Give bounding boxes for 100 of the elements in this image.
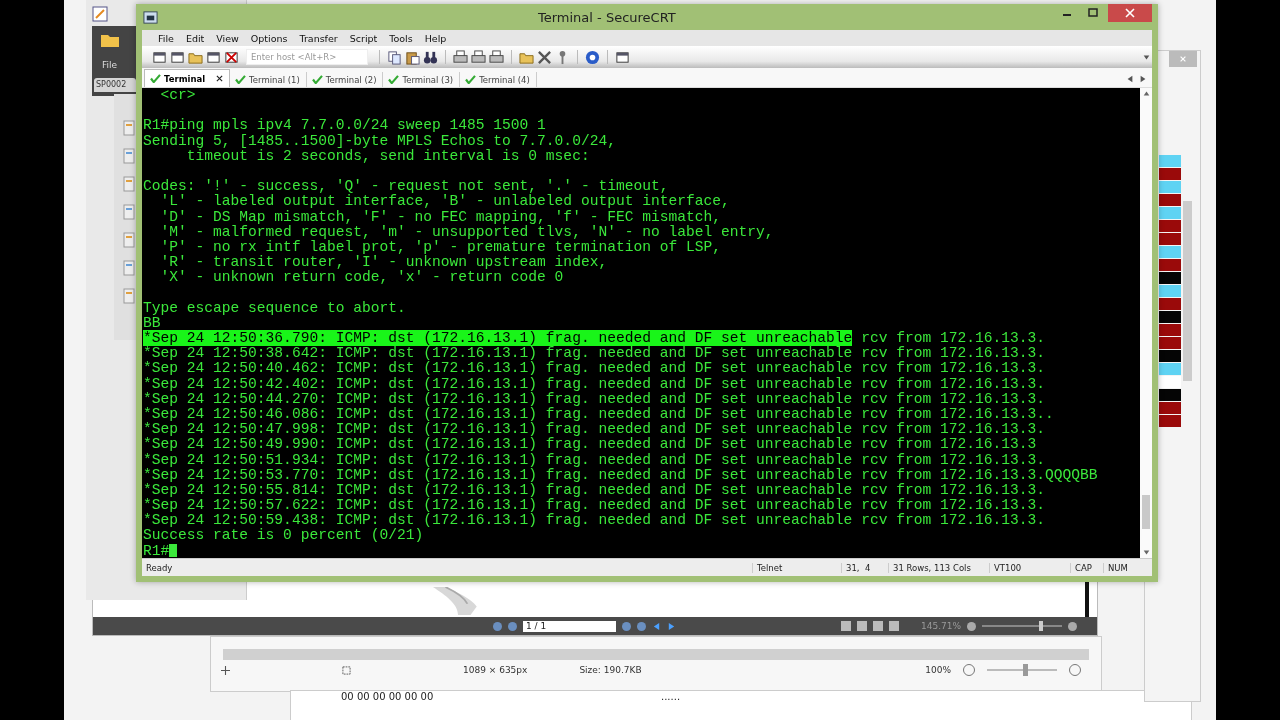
menu-item[interactable]: File <box>152 32 180 44</box>
check-icon <box>311 75 323 84</box>
menu-item[interactable]: Script <box>343 32 384 44</box>
menu-item[interactable]: Transfer <box>293 32 344 44</box>
terminal-line: *Sep 24 12:50:57.622: ICMP: dst (172.16.13.1) frag. needed and DF set unreachable rcv from 172.16.13.3. <box>143 498 1047 514</box>
zoom-out-icon[interactable] <box>967 621 976 631</box>
next-page-icon[interactable] <box>622 621 631 631</box>
terminal-line: 'X' - unknown return code, 'x' - return code 0 <box>159 270 565 286</box>
terminal-line: BB <box>143 315 161 331</box>
printer-icon[interactable] <box>489 49 504 65</box>
terminal-line: 'R' - transit router, 'I' - unknown upstream index, <box>159 255 609 271</box>
ascii-text: ...... <box>661 691 681 702</box>
first-page-icon[interactable] <box>493 621 502 631</box>
terminal-line: Sending 5, [1485..1500]-byte MPLS Echos to 7.7.0.0/24, <box>143 133 617 149</box>
check-icon <box>235 75 247 84</box>
window-icon[interactable] <box>206 49 221 65</box>
status-message: Ready <box>145 562 174 573</box>
copy-icon[interactable] <box>387 49 402 65</box>
printer-icon[interactable] <box>453 49 468 65</box>
app-icon <box>143 9 158 25</box>
cursor-position: 31, 4 <box>841 562 888 573</box>
caps-lock-indicator: CAP <box>1070 562 1103 573</box>
host-field[interactable]: Enter host <Alt+R> <box>246 49 368 65</box>
horizontal-scrollbar[interactable] <box>223 649 1089 660</box>
window-icon[interactable] <box>615 49 630 65</box>
terminal-line: Type escape sequence to abort. <box>143 300 407 316</box>
terminal-line: *Sep 24 12:50:44.270: ICMP: dst (172.16.13.1) frag. needed and DF set unreachable rcv from 172.16.13.3. <box>143 391 1047 407</box>
check-icon <box>388 75 400 84</box>
terminal-line: *Sep 24 12:50:51.934: ICMP: dst (172.16.13.1) frag. needed and DF set unreachable rcv from 172.16.13.3. <box>143 452 1047 468</box>
page-field[interactable]: 1 / 1 <box>523 620 616 632</box>
terminal-line: *Sep 24 12:50:47.998: ICMP: dst (172.16.13.1) frag. needed and DF set unreachable rcv from 172.16.13.3. <box>143 422 1047 438</box>
hex-bytes: 00 00 00 00 00 00 <box>341 691 434 702</box>
move-icon <box>221 665 230 675</box>
session-tab[interactable]: Terminal (2) <box>306 72 384 87</box>
tab-right-icon[interactable] <box>1139 75 1147 83</box>
check-icon <box>465 75 477 84</box>
page-layout-icon[interactable] <box>872 621 883 631</box>
num-lock-indicator: NUM <box>1103 562 1140 573</box>
notepad-icon <box>92 6 108 22</box>
close-icon[interactable] <box>216 75 224 82</box>
menu-item[interactable]: View <box>210 32 245 44</box>
terminal-line: R1#ping mpls ipv4 7.7.0.0/24 sweep 1485 1500 1 <box>143 118 547 134</box>
menu-item[interactable]: Help <box>418 32 453 44</box>
image-dimensions: 1089 × 635px <box>463 665 528 675</box>
page-layout-icon[interactable] <box>840 621 851 631</box>
terminal-line: *Sep 24 12:50:49.990: ICMP: dst (172.16.13.1) frag. needed and DF set unreachable rcv from 172.16.13.3 <box>143 437 1038 453</box>
page-layout-icon[interactable] <box>856 621 867 631</box>
vertical-scrollbar[interactable] <box>1140 88 1152 558</box>
terminal-screen[interactable] <box>142 88 1140 558</box>
menu-item[interactable]: Tools <box>383 32 419 44</box>
session-tab[interactable]: Terminal <box>144 69 231 87</box>
terminal-line: *Sep 24 12:50:46.086: ICMP: dst (172.16.13.1) frag. needed and DF set unreachable rcv from 172.16.13.3.. <box>143 406 1055 422</box>
scroll-down-icon[interactable] <box>1142 549 1150 556</box>
scroll-thumb[interactable] <box>1142 495 1150 529</box>
file-size: Size: 190.7KB <box>579 665 642 675</box>
session-tab[interactable]: Terminal (3) <box>383 72 461 87</box>
zoom-in-icon[interactable] <box>1068 621 1077 631</box>
session-tab[interactable]: Terminal (1) <box>230 72 307 87</box>
zoom-percentage: 145.71% <box>920 621 961 631</box>
session-tab[interactable]: Terminal (4) <box>460 72 537 87</box>
scroll-up-icon[interactable] <box>1142 90 1150 97</box>
previous-page-icon[interactable] <box>508 621 517 631</box>
document-tab[interactable]: SP0002 <box>94 78 136 92</box>
terminal-line: *Sep 24 12:50:53.770: ICMP: dst (172.16.13.1) frag. needed and DF set unreachable rcv from 172.16.13.3.QQQQBB <box>143 467 1099 483</box>
terminal-size: 31 Rows, 113 Cols <box>888 562 989 573</box>
maximize-icon[interactable] <box>1088 8 1098 18</box>
tab-left-icon[interactable] <box>1126 75 1134 83</box>
terminal-line: 'P' - no rx intf label prot, 'p' - premature termination of LSP, <box>159 239 722 255</box>
terminal-line: R1# <box>143 543 1140 558</box>
terminal-line: *Sep 24 12:50:38.642: ICMP: dst (172.16.13.1) frag. needed and DF set unreachable rcv from 172.16.13.3. <box>143 346 1047 362</box>
binoculars-icon[interactable] <box>423 49 438 65</box>
selection-icon <box>342 665 351 675</box>
disconnect-icon[interactable] <box>224 49 239 65</box>
terminal-line: timeout is 2 seconds, send interval is 0 msec: <box>186 148 590 164</box>
toolbar-overflow-icon[interactable] <box>1143 53 1150 61</box>
terminal-line: <cr> <box>159 88 197 104</box>
printer-icon[interactable] <box>471 49 486 65</box>
file-menu[interactable]: File <box>102 60 118 70</box>
window-title: Terminal - SecureCRT <box>538 9 677 25</box>
back-arrow-icon[interactable] <box>652 621 661 631</box>
terminal-line: 'L' - labeled output interface, 'B' - unlabeled output interface, <box>159 194 731 210</box>
terminal-line: Success rate is 0 percent (0/21) <box>143 528 425 544</box>
window-icon[interactable] <box>170 49 185 65</box>
page-layout-icon[interactable] <box>888 621 899 631</box>
protocol-label: Telnet <box>752 562 841 573</box>
terminal-line: *Sep 24 12:50:59.438: ICMP: dst (172.16.13.1) frag. needed and DF set unreachable rcv from 172.16.13.3. <box>143 513 1047 529</box>
close-button[interactable] <box>1108 4 1152 22</box>
emulation-label: VT100 <box>989 562 1070 573</box>
terminal-line: *Sep 24 12:50:55.814: ICMP: dst (172.16.13.1) frag. needed and DF set unreachable rcv from 172.16.13.3. <box>143 482 1046 498</box>
forward-arrow-icon[interactable] <box>667 621 676 631</box>
terminal-line: *Sep 24 12:50:42.402: ICMP: dst (172.16.13.1) frag. needed and DF set unreachable rcv from 172.16.13.3. <box>143 376 1047 392</box>
folder-icon[interactable] <box>100 32 120 48</box>
paste-icon[interactable] <box>405 49 420 65</box>
terminal-line: Codes: '!' - success, 'Q' - request not sent, '.' - timeout, <box>143 179 669 195</box>
menu-item[interactable]: Edit <box>179 32 211 44</box>
vertical-scrollbar[interactable] <box>1183 201 1192 381</box>
window-icon[interactable] <box>152 49 167 65</box>
last-page-icon[interactable] <box>637 621 646 631</box>
help-icon[interactable] <box>585 49 600 65</box>
menu-item[interactable]: Options <box>244 32 294 44</box>
